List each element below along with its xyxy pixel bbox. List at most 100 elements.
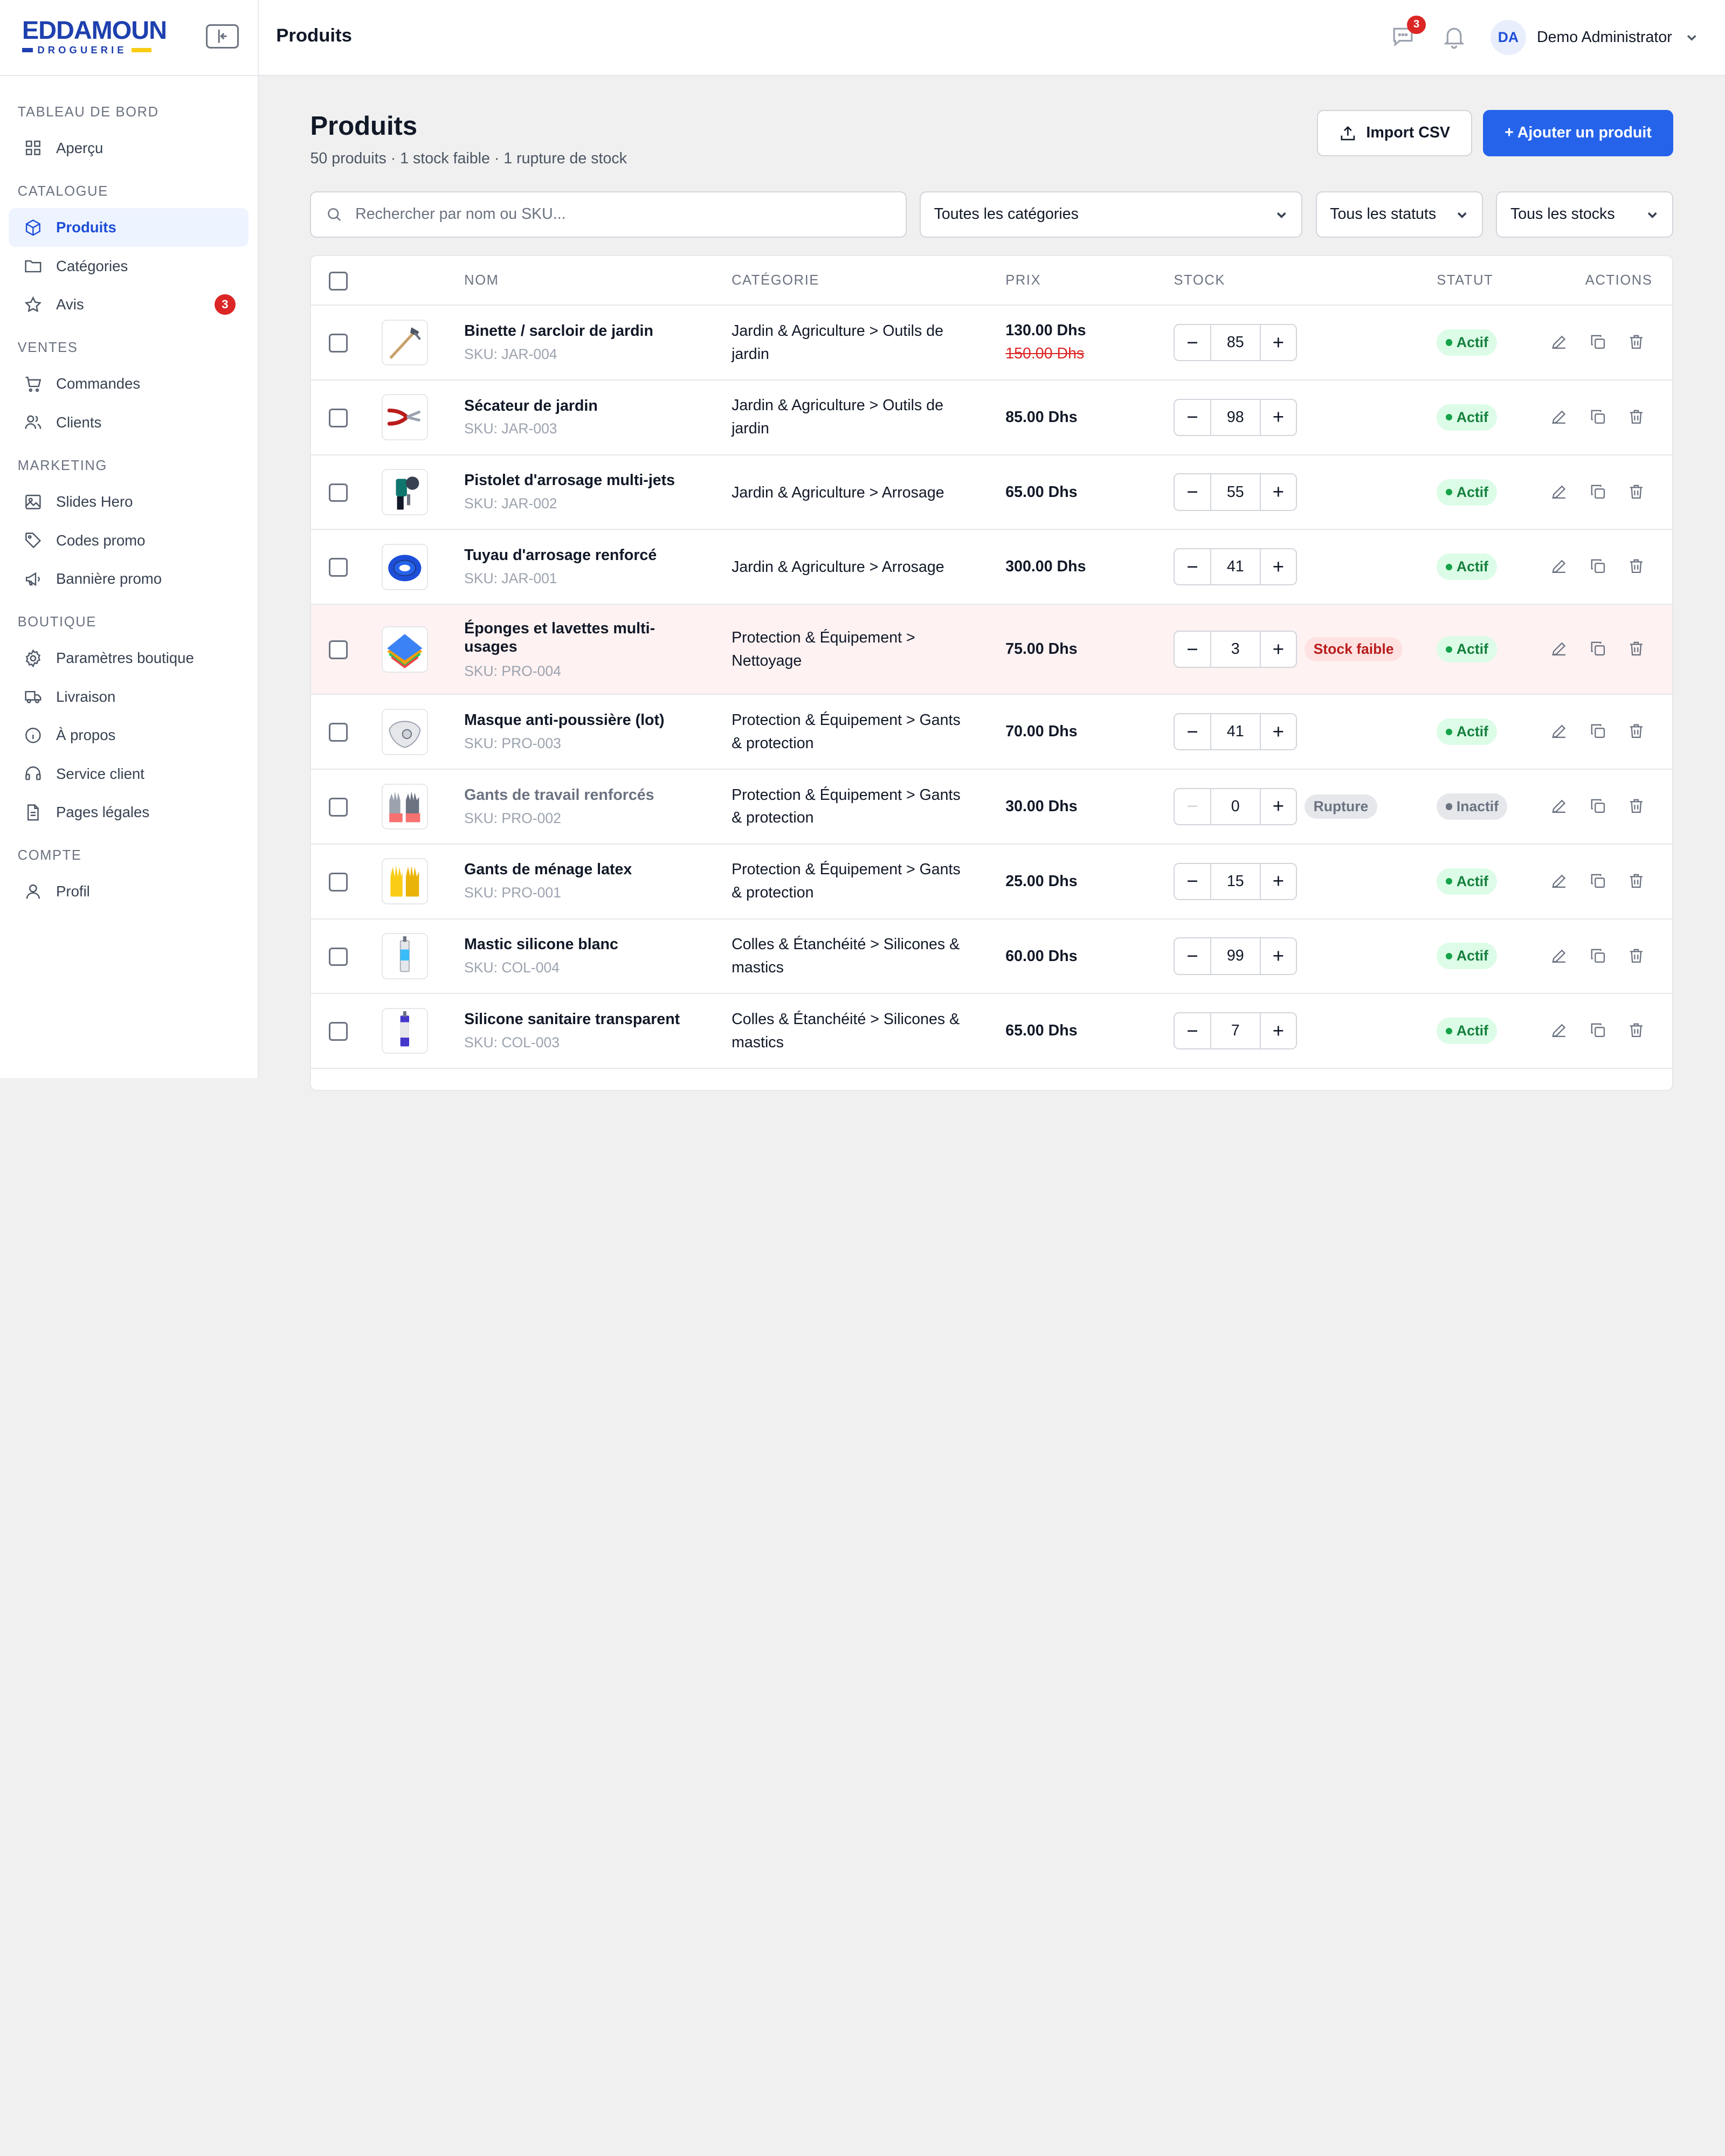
row-checkbox[interactable]	[329, 408, 348, 427]
product-name[interactable]: Éponges et lavettes multi-usages	[464, 619, 684, 657]
duplicate-button[interactable]	[1589, 557, 1609, 577]
edit-button[interactable]	[1550, 333, 1570, 353]
table-row[interactable]: Gants de travail renforcés SKU: PRO-002 Pr…	[311, 770, 1673, 845]
row-checkbox[interactable]	[329, 558, 348, 577]
status-badge[interactable]: Actif	[1437, 1018, 1498, 1045]
stock-stepper[interactable]: −41 +	[1174, 548, 1298, 586]
status-badge[interactable]: Actif	[1437, 718, 1498, 745]
delete-button[interactable]	[1627, 946, 1647, 966]
sidebar-item-livraison[interactable]: Livraison	[9, 678, 249, 716]
sidebar-item-parametres-boutique[interactable]: Paramètres boutique	[9, 639, 249, 678]
product-name[interactable]: Tuyau d'arrosage renforcé	[464, 546, 684, 565]
delete-button[interactable]	[1627, 333, 1647, 353]
table-row[interactable]: Sécateur de jardin SKU: JAR-003 Jardin & A…	[311, 381, 1673, 455]
decrease-stock-button[interactable]: −	[1175, 325, 1210, 360]
stock-value[interactable]: 0	[1210, 789, 1261, 825]
product-name[interactable]: Gants de travail renforcés	[464, 786, 684, 805]
sidebar-item-commandes[interactable]: Commandes	[9, 365, 249, 403]
delete-button[interactable]	[1627, 872, 1647, 892]
stock-value[interactable]: 85	[1210, 324, 1261, 361]
decrease-stock-button[interactable]: −	[1175, 400, 1210, 435]
header-category[interactable]: CATÉGORIE	[732, 273, 819, 288]
duplicate-button[interactable]	[1589, 797, 1609, 817]
stock-stepper[interactable]: −99 +	[1174, 937, 1298, 975]
status-badge[interactable]: Actif	[1437, 943, 1498, 970]
stock-stepper[interactable]: −0 +	[1174, 787, 1298, 826]
duplicate-button[interactable]	[1589, 946, 1609, 966]
table-row[interactable]: Pistolet d'arrosage multi-jets SKU: JAR-0…	[311, 455, 1673, 530]
delete-button[interactable]	[1627, 482, 1647, 502]
decrease-stock-button[interactable]: −	[1175, 864, 1210, 899]
sidebar-item-apercu[interactable]: Aperçu	[9, 129, 249, 167]
table-row[interactable]: Tuyau d'arrosage renforcé SKU: JAR-001 Jar…	[311, 530, 1673, 605]
increase-stock-button[interactable]: +	[1261, 549, 1296, 584]
search-input[interactable]	[353, 204, 886, 225]
increase-stock-button[interactable]: +	[1261, 474, 1296, 509]
stock-value[interactable]: 98	[1210, 399, 1261, 435]
sidebar-item-pages-legales[interactable]: Pages légales	[9, 793, 249, 831]
edit-button[interactable]	[1550, 407, 1570, 427]
table-row[interactable]: Éponges et lavettes multi-usages SKU: PRO…	[311, 605, 1673, 695]
table-row[interactable]: Gants de ménage latex SKU: PRO-001 Protect…	[311, 845, 1673, 920]
duplicate-button[interactable]	[1589, 333, 1609, 353]
messages-button[interactable]: 3	[1390, 15, 1426, 52]
duplicate-button[interactable]	[1589, 639, 1609, 659]
sidebar-item-produits[interactable]: Produits	[9, 208, 249, 247]
row-checkbox[interactable]	[329, 723, 348, 742]
row-checkbox[interactable]	[329, 798, 348, 817]
increase-stock-button[interactable]: +	[1261, 714, 1296, 749]
increase-stock-button[interactable]: +	[1261, 400, 1296, 435]
product-name[interactable]: Sécateur de jardin	[464, 397, 684, 416]
stock-value[interactable]: 3	[1210, 632, 1261, 667]
increase-stock-button[interactable]: +	[1261, 325, 1296, 360]
row-checkbox[interactable]	[329, 1022, 348, 1041]
row-checkbox[interactable]	[329, 947, 348, 966]
delete-button[interactable]	[1627, 639, 1647, 659]
sidebar-item-a-propos[interactable]: À propos	[9, 716, 249, 754]
sidebar-item-clients[interactable]: Clients	[9, 403, 249, 441]
duplicate-button[interactable]	[1589, 482, 1609, 502]
table-row[interactable]: Masque anti-poussière (lot) SKU: PRO-003 P…	[311, 695, 1673, 770]
edit-button[interactable]	[1550, 872, 1570, 892]
decrease-stock-button[interactable]: −	[1175, 938, 1210, 973]
edit-button[interactable]	[1550, 639, 1570, 659]
decrease-stock-button[interactable]: −	[1175, 789, 1210, 824]
select-all-checkbox[interactable]	[329, 272, 348, 291]
table-row[interactable]: Binette / sarcloir de jardin SKU: JAR-004…	[311, 306, 1673, 381]
status-badge[interactable]: Actif	[1437, 868, 1498, 895]
stock-stepper[interactable]: −7 +	[1174, 1012, 1298, 1050]
increase-stock-button[interactable]: +	[1261, 632, 1296, 667]
header-name[interactable]: NOM	[464, 273, 499, 288]
row-checkbox[interactable]	[329, 483, 348, 502]
stock-stepper[interactable]: −41 +	[1174, 713, 1298, 751]
stock-value[interactable]: 7	[1210, 1013, 1261, 1049]
product-name[interactable]: Gants de ménage latex	[464, 860, 684, 879]
duplicate-button[interactable]	[1589, 1021, 1609, 1041]
edit-button[interactable]	[1550, 797, 1570, 817]
increase-stock-button[interactable]: +	[1261, 864, 1296, 899]
stock-value[interactable]: 41	[1210, 714, 1261, 750]
delete-button[interactable]	[1627, 722, 1647, 742]
sidebar-item-profil[interactable]: Profil	[9, 873, 249, 911]
stock-value[interactable]: 55	[1210, 474, 1261, 510]
increase-stock-button[interactable]: +	[1261, 789, 1296, 824]
duplicate-button[interactable]	[1589, 722, 1609, 742]
sidebar-item-avis[interactable]: Avis 3	[9, 285, 249, 323]
sidebar-item-banniere-promo[interactable]: Bannière promo	[9, 559, 249, 598]
row-checkbox[interactable]	[329, 334, 348, 353]
status-badge[interactable]: Actif	[1437, 636, 1498, 663]
product-name[interactable]: Silicone sanitaire transparent	[464, 1010, 684, 1029]
stock-stepper[interactable]: −55 +	[1174, 473, 1298, 511]
edit-button[interactable]	[1550, 946, 1570, 966]
notifications-button[interactable]	[1441, 23, 1469, 52]
table-row[interactable]: Mastic silicone blanc SKU: COL-004 Colles …	[311, 920, 1673, 994]
increase-stock-button[interactable]: +	[1261, 938, 1296, 973]
decrease-stock-button[interactable]: −	[1175, 714, 1210, 749]
duplicate-button[interactable]	[1589, 872, 1609, 892]
delete-button[interactable]	[1627, 1021, 1647, 1041]
stock-value[interactable]: 41	[1210, 549, 1261, 585]
row-checkbox[interactable]	[329, 640, 348, 660]
edit-button[interactable]	[1550, 557, 1570, 577]
stock-filter[interactable]: Tous les stocks	[1496, 191, 1674, 238]
search-box[interactable]	[310, 191, 907, 238]
